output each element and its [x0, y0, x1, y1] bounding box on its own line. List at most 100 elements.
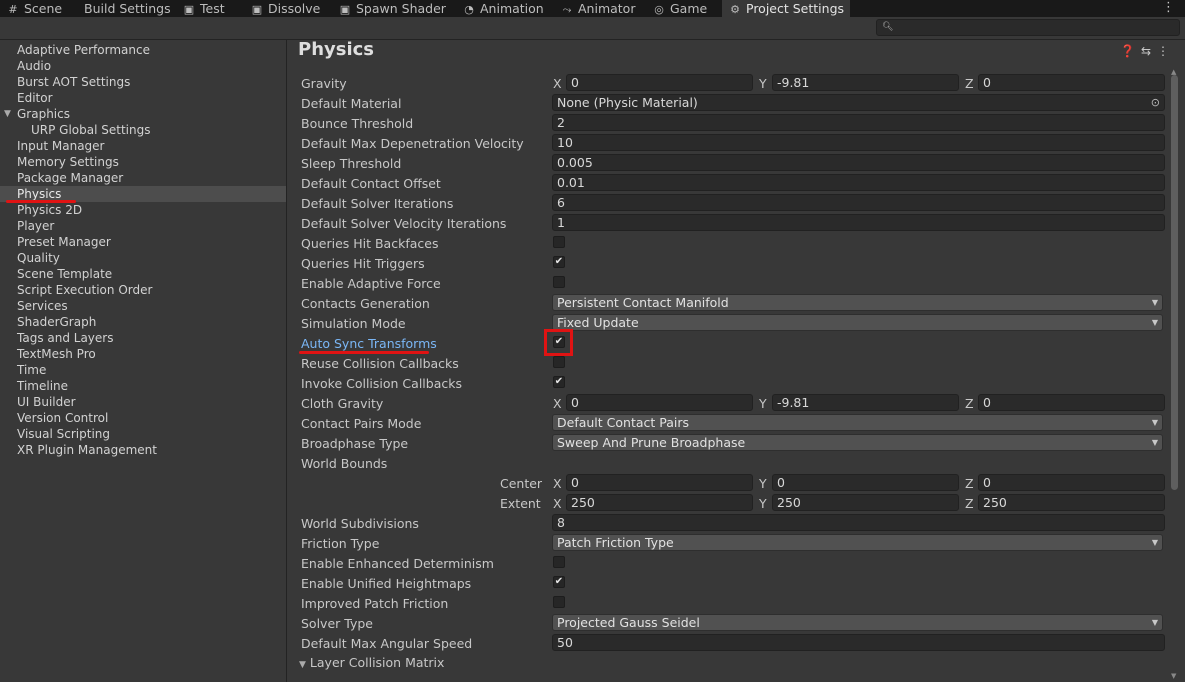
nav-item[interactable]: Tags and Layers — [0, 330, 286, 346]
nav-item[interactable]: Burst AOT Settings — [0, 74, 286, 90]
sleep-threshold-field[interactable]: 0.005 — [552, 154, 1165, 171]
enhanced-determinism-row: Enable Enhanced Determinism — [301, 553, 1165, 573]
default-material-field[interactable]: None (Physic Material) ⊙ — [552, 94, 1165, 111]
nav-item[interactable]: TextMesh Pro — [0, 346, 286, 362]
max-depenetration-row: Default Max Depenetration Velocity 10 — [301, 133, 1165, 153]
nav-item[interactable]: Preset Manager — [0, 234, 286, 250]
invoke-collision-callbacks-checkbox[interactable]: ✔ — [553, 376, 565, 388]
nav-item[interactable]: URP Global Settings — [0, 122, 286, 138]
dropdown-arrow-icon: ▼ — [1151, 318, 1158, 327]
nav-item[interactable]: ShaderGraph — [0, 314, 286, 330]
settings-search-input[interactable]: 🔍︎ — [876, 19, 1180, 36]
cloth-gravity-x-field[interactable]: 0 — [566, 394, 753, 411]
nav-item[interactable]: UI Builder — [0, 394, 286, 410]
solver-velocity-iterations-row: Default Solver Velocity Iterations 1 — [301, 213, 1165, 233]
tab-project-settings[interactable]: ⚙ Project Settings — [722, 0, 850, 17]
extent-z-field[interactable]: 250 — [978, 494, 1165, 511]
cloth-gravity-row: Cloth Gravity X 0 Y -9.81 Z 0 — [301, 393, 1165, 413]
nav-item[interactable]: Version Control — [0, 410, 286, 426]
simulation-mode-dropdown[interactable]: Fixed Update ▼ — [552, 314, 1163, 331]
gamepad-icon: ◎ — [654, 3, 664, 16]
queries-hit-backfaces-row: Queries Hit Backfaces — [301, 233, 1165, 253]
more-options-icon[interactable]: ⋮ — [1162, 0, 1175, 17]
tab-dissolve[interactable]: ▣ Dissolve — [250, 0, 321, 17]
adaptive-force-checkbox[interactable] — [553, 276, 565, 288]
contacts-generation-row: Contacts Generation Persistent Contact M… — [301, 293, 1165, 313]
solver-type-dropdown[interactable]: Projected Gauss Seidel ▼ — [552, 614, 1163, 631]
save-icon: ▣ — [251, 3, 263, 16]
layer-collision-matrix-foldout[interactable]: ▼ Layer Collision Matrix — [299, 655, 444, 670]
gravity-x-field[interactable]: 0 — [566, 74, 753, 91]
preset-icon[interactable]: ⇆ — [1141, 44, 1157, 58]
unified-heightmaps-checkbox[interactable]: ✔ — [553, 576, 565, 588]
world-subdivisions-field[interactable]: 8 — [552, 514, 1165, 531]
nav-item[interactable]: XR Plugin Management — [0, 442, 286, 458]
world-bounds-center-row: Center X 0 Y 0 Z 0 — [301, 473, 1165, 493]
sleep-threshold-row: Sleep Threshold 0.005 — [301, 153, 1165, 173]
improved-patch-friction-checkbox[interactable] — [553, 596, 565, 608]
bounce-threshold-field[interactable]: 2 — [552, 114, 1165, 131]
nav-item[interactable]: Quality — [0, 250, 286, 266]
max-angular-speed-field[interactable]: 50 — [552, 634, 1165, 651]
expand-arrow-icon[interactable]: ▼ — [4, 106, 11, 122]
nav-item-graphics[interactable]: ▼ Graphics — [0, 106, 286, 122]
nav-item[interactable]: Visual Scripting — [0, 426, 286, 442]
unified-heightmaps-row: Enable Unified Heightmaps ✔ — [301, 576, 565, 591]
scrollbar-thumb[interactable] — [1171, 75, 1178, 490]
contact-offset-row: Default Contact Offset 0.01 — [301, 173, 1165, 193]
center-x-field[interactable]: 0 — [566, 474, 753, 491]
more-options-icon[interactable]: ⋮ — [1157, 44, 1175, 58]
tab-test[interactable]: ▣ Test — [182, 0, 225, 17]
solver-velocity-iterations-field[interactable]: 1 — [552, 214, 1165, 231]
contact-offset-field[interactable]: 0.01 — [552, 174, 1165, 191]
solver-iterations-field[interactable]: 6 — [552, 194, 1165, 211]
nav-item[interactable]: Services — [0, 298, 286, 314]
nav-item[interactable]: Audio — [0, 58, 286, 74]
cloth-gravity-z-field[interactable]: 0 — [978, 394, 1165, 411]
extent-x-field[interactable]: 250 — [566, 494, 753, 511]
nav-item[interactable]: Physics 2D — [0, 202, 286, 218]
nav-item[interactable]: Player — [0, 218, 286, 234]
queries-hit-backfaces-checkbox[interactable] — [553, 236, 565, 248]
contact-pairs-mode-dropdown[interactable]: Default Contact Pairs ▼ — [552, 414, 1163, 431]
max-depenetration-field[interactable]: 10 — [552, 134, 1165, 151]
nav-item[interactable]: Package Manager — [0, 170, 286, 186]
nav-item[interactable]: Memory Settings — [0, 154, 286, 170]
nav-item[interactable]: Scene Template — [0, 266, 286, 282]
nav-item[interactable]: Input Manager — [0, 138, 286, 154]
tab-animator[interactable]: ⤳ Animator — [560, 0, 636, 17]
object-picker-icon[interactable]: ⊙ — [1151, 95, 1160, 110]
gravity-y-field[interactable]: -9.81 — [772, 74, 959, 91]
contacts-generation-dropdown[interactable]: Persistent Contact Manifold ▼ — [552, 294, 1163, 311]
enhanced-determinism-checkbox[interactable] — [553, 556, 565, 568]
cloth-gravity-y-field[interactable]: -9.81 — [772, 394, 959, 411]
tab-spawn-shader[interactable]: ▣ Spawn Shader — [338, 0, 446, 17]
reuse-collision-callbacks-checkbox[interactable] — [553, 356, 565, 368]
tab-scene[interactable]: # Scene — [6, 0, 62, 17]
nav-item[interactable]: Script Execution Order — [0, 282, 286, 298]
broadphase-type-dropdown[interactable]: Sweep And Prune Broadphase ▼ — [552, 434, 1163, 451]
tab-build-settings[interactable]: Build Settings — [84, 0, 171, 17]
adaptive-force-row: Enable Adaptive Force — [301, 273, 1165, 293]
center-z-field[interactable]: 0 — [978, 474, 1165, 491]
world-bounds-extent-row: Extent X 250 Y 250 Z 250 — [301, 493, 1165, 513]
nav-item[interactable]: Timeline — [0, 378, 286, 394]
gravity-z-field[interactable]: 0 — [978, 74, 1165, 91]
center-y-field[interactable]: 0 — [772, 474, 959, 491]
queries-hit-triggers-checkbox[interactable]: ✔ — [553, 256, 565, 268]
scroll-down-icon[interactable]: ▼ — [1171, 672, 1176, 680]
extent-y-field[interactable]: 250 — [772, 494, 959, 511]
nav-item[interactable]: Editor — [0, 90, 286, 106]
dropdown-arrow-icon: ▼ — [1151, 618, 1158, 627]
checkmark-icon: ✔ — [554, 576, 564, 587]
nav-item[interactable]: Adaptive Performance — [0, 42, 286, 58]
friction-type-dropdown[interactable]: Patch Friction Type ▼ — [552, 534, 1163, 551]
gear-icon: ⚙ — [730, 3, 740, 16]
tab-game[interactable]: ◎ Game — [652, 0, 707, 17]
help-icon[interactable]: ❓ — [1120, 44, 1141, 58]
nav-item[interactable]: Time — [0, 362, 286, 378]
solver-iterations-row: Default Solver Iterations 6 — [301, 193, 1165, 213]
tab-animation[interactable]: ◔ Animation — [462, 0, 544, 17]
queries-hit-triggers-row: Queries Hit Triggers ✔ — [301, 256, 565, 271]
auto-sync-transforms-row: Auto Sync Transforms ✔ — [301, 336, 565, 351]
